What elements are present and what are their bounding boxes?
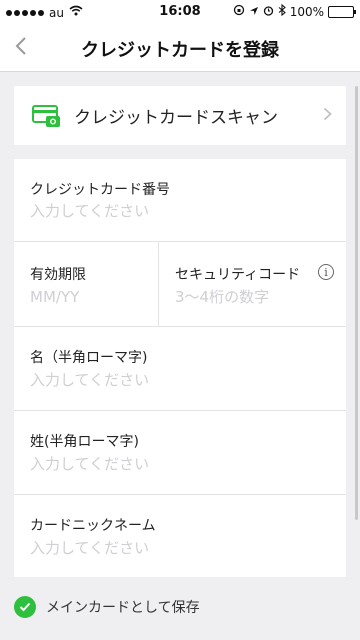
- nickname-label: カードニックネーム: [30, 518, 156, 534]
- card-number-field: クレジットカード番号: [14, 159, 346, 242]
- last-name-field: 姓(半角ローマ字): [14, 411, 346, 495]
- scrollbar[interactable]: [355, 86, 358, 520]
- card-form: クレジットカード番号 有効期限 セキュリティコード i 名（半角ローマ字) 姓(…: [14, 159, 346, 577]
- save-main-card-label: メインカードとして保存: [46, 600, 200, 616]
- bluetooth-icon: [278, 3, 286, 19]
- status-bar: au 16:08 100%: [0, 0, 360, 24]
- card-number-input[interactable]: [30, 202, 310, 220]
- expiry-field: 有効期限: [14, 242, 159, 327]
- security-code-input[interactable]: [175, 288, 325, 306]
- card-number-label: クレジットカード番号: [30, 182, 170, 198]
- first-name-input[interactable]: [30, 371, 310, 389]
- status-icons: 100%: [233, 3, 356, 19]
- location-icon: [249, 5, 259, 19]
- expiry-label: 有効期限: [30, 267, 86, 283]
- card-camera-icon: [32, 103, 62, 129]
- checkmark-icon: [14, 596, 36, 618]
- chevron-right-icon: [323, 106, 332, 125]
- first-name-field: 名（半角ローマ字): [14, 327, 346, 411]
- nav-bar: クレジットカードを登録: [0, 24, 360, 72]
- battery-icon: [328, 5, 356, 18]
- card-scan-label: クレジットカードスキャン: [74, 108, 278, 128]
- nickname-field: カードニックネーム: [14, 495, 346, 577]
- last-name-input[interactable]: [30, 455, 310, 473]
- alarm-icon: [263, 5, 274, 19]
- card-scan-button[interactable]: クレジットカードスキャン: [14, 86, 346, 145]
- battery-percent: 100%: [289, 4, 324, 19]
- save-main-card-toggle[interactable]: メインカードとして保存: [14, 596, 200, 618]
- first-name-label: 名（半角ローマ字): [30, 350, 148, 366]
- last-name-label: 姓(半角ローマ字): [30, 434, 139, 450]
- info-icon[interactable]: i: [318, 264, 334, 280]
- page-title: クレジットカードを登録: [81, 40, 279, 61]
- chevron-left-icon: [15, 36, 27, 60]
- nickname-input[interactable]: [30, 539, 310, 557]
- security-code-field: セキュリティコード i: [159, 242, 346, 327]
- security-code-label: セキュリティコード: [175, 267, 301, 283]
- back-button[interactable]: [6, 32, 36, 64]
- rotation-lock-icon: [233, 4, 245, 19]
- expiry-input[interactable]: [30, 288, 140, 306]
